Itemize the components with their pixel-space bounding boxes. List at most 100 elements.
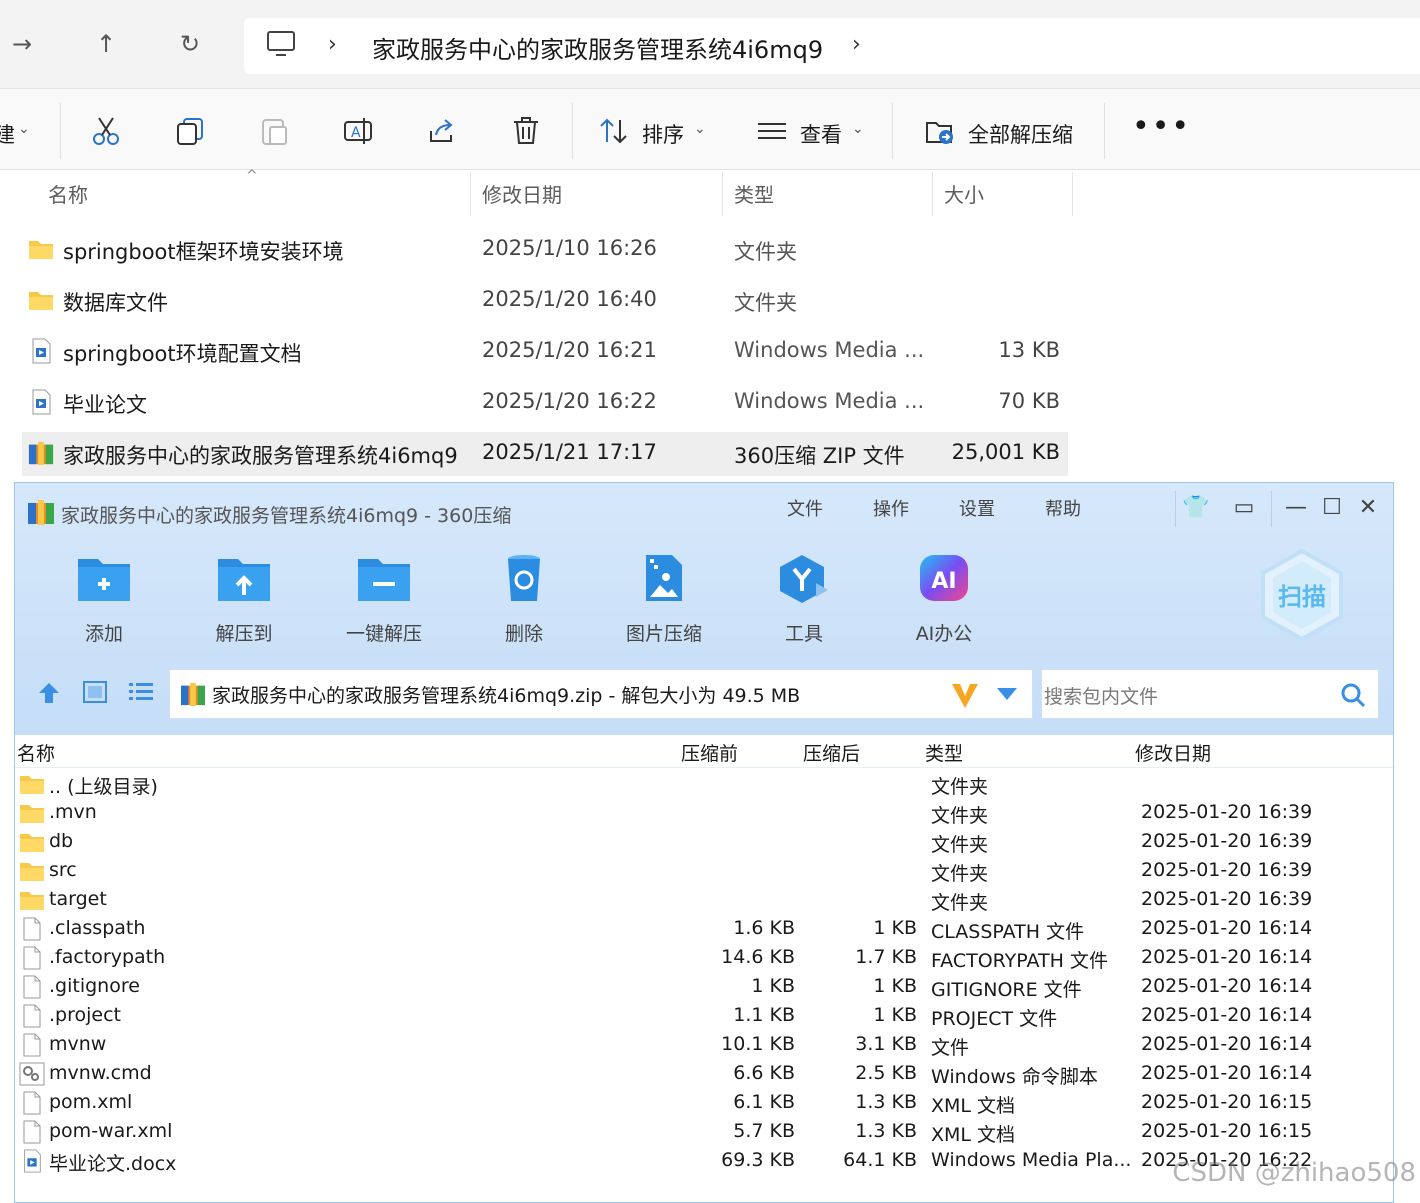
entry-size-after: 1.3 KB — [855, 1091, 917, 1113]
minimize-icon[interactable]: — — [1281, 493, 1311, 523]
entry-modified: 2025-01-20 16:39 — [1141, 830, 1313, 852]
extract-all-icon[interactable] — [924, 115, 956, 147]
archive-search-input[interactable]: 搜索包内文件 — [1041, 669, 1379, 719]
entry-type: XML 文档 — [931, 1124, 1016, 1146]
zip-entry-row[interactable]: .mvn 文件夹 2025-01-20 16:39 — [15, 799, 1393, 828]
entry-size-before: 1.1 KB — [733, 1004, 795, 1026]
sort-ascending-caret-icon: ^ — [246, 168, 258, 184]
zip-entry-row[interactable]: .gitignore 1 KB 1 KB GITIGNORE 文件 2025-01-20… — [15, 973, 1393, 1002]
entry-name: target — [49, 888, 107, 910]
zip-entry-row[interactable]: target 文件夹 2025-01-20 16:39 — [15, 886, 1393, 915]
media-file-icon — [28, 338, 54, 364]
entry-name: pom.xml — [49, 1091, 133, 1113]
zip-column-before[interactable]: 压缩前 — [681, 739, 738, 766]
refresh-icon[interactable]: ↻ — [172, 26, 208, 62]
menu-file[interactable]: 文件 — [787, 495, 823, 521]
tool-button-2[interactable]: 一键解压 — [329, 553, 439, 646]
delete-icon[interactable] — [510, 115, 542, 147]
zip-column-after[interactable]: 压缩后 — [803, 739, 860, 766]
entry-size-after: 1 KB — [873, 975, 917, 997]
view-button[interactable]: 查看 — [800, 119, 842, 149]
feedback-icon[interactable]: ▭ — [1229, 493, 1259, 523]
paste-icon[interactable] — [258, 115, 290, 147]
extract-all-button[interactable]: 全部解压缩 — [968, 119, 1073, 149]
tool-button-6[interactable]: AI AI办公 — [889, 553, 999, 646]
image-compress-icon — [636, 553, 692, 603]
zip-entry-row[interactable]: pom.xml 6.1 KB 1.3 KB XML 文档 2025-01-20 16:1… — [15, 1089, 1393, 1118]
list-view-icon[interactable] — [129, 681, 153, 703]
address-field[interactable]: › 家政服务中心的家政服务管理系统4i6mq9 › — [244, 18, 1420, 74]
zip-entry-row[interactable]: .classpath 1.6 KB 1 KB CLASSPATH 文件 2025-01-… — [15, 915, 1393, 944]
archive-path-field[interactable]: 家政服务中心的家政服务管理系统4i6mq9.zip - 解包大小为 49.5 M… — [169, 669, 1033, 719]
column-header-size[interactable]: 大小 — [944, 174, 984, 216]
search-icon[interactable] — [1340, 682, 1366, 708]
toolbar-divider — [1104, 103, 1105, 159]
column-divider[interactable] — [1072, 172, 1073, 216]
entry-size-after: 1.3 KB — [855, 1120, 917, 1142]
sort-button[interactable]: 排序 — [642, 119, 684, 149]
menu-settings[interactable]: 设置 — [959, 495, 995, 521]
search-placeholder: 搜索包内文件 — [1044, 686, 1159, 708]
zip-entry-row[interactable]: .. (上级目录) 文件夹 — [15, 770, 1393, 799]
menu-help[interactable]: 帮助 — [1045, 495, 1081, 521]
file-row[interactable]: springboot框架环境安装环境 2025/1/10 16:26 文件夹 — [22, 228, 1068, 272]
maximize-icon[interactable]: ☐ — [1317, 493, 1347, 523]
forward-arrow-icon[interactable]: → — [4, 26, 40, 62]
sort-icon[interactable] — [598, 115, 630, 147]
file-row[interactable]: 毕业论文 2025/1/20 16:22 Windows Media ... 70 K… — [22, 381, 1068, 425]
more-options-icon[interactable]: ••• — [1132, 109, 1191, 144]
zip-entry-row[interactable]: mvnw.cmd 6.6 KB 2.5 KB Windows 命令脚本 2025-01-… — [15, 1060, 1393, 1089]
entry-size-before: 69.3 KB — [721, 1149, 795, 1171]
column-divider[interactable] — [470, 172, 471, 216]
tool-button-0[interactable]: 添加 — [49, 553, 159, 646]
thumbnail-view-icon[interactable] — [83, 681, 107, 703]
column-divider[interactable] — [932, 172, 933, 216]
zip-entry-row[interactable]: pom-war.xml 5.7 KB 1.3 KB XML 文档 2025-01-20 … — [15, 1118, 1393, 1147]
blank-file-icon — [19, 917, 45, 941]
tool-button-5[interactable]: 工具 — [749, 553, 859, 646]
entry-name: pom-war.xml — [49, 1120, 173, 1142]
up-level-arrow-icon[interactable] — [37, 681, 61, 705]
file-row[interactable]: 数据库文件 2025/1/20 16:40 文件夹 — [22, 279, 1068, 323]
zip-entry-row[interactable]: mvnw 10.1 KB 3.1 KB 文件 2025-01-20 16:14 — [15, 1031, 1393, 1060]
chevron-down-icon[interactable]: ⌄ — [694, 121, 706, 137]
chevron-down-icon[interactable]: ⌄ — [852, 121, 864, 137]
rename-icon[interactable]: A — [342, 115, 374, 147]
new-button-label[interactable]: 建 — [0, 119, 15, 149]
file-row[interactable]: springboot环境配置文档 2025/1/20 16:21 Windows M… — [22, 330, 1068, 374]
zip-column-modified[interactable]: 修改日期 — [1135, 739, 1211, 766]
vip-v-icon[interactable] — [950, 680, 980, 710]
view-icon[interactable] — [756, 115, 788, 147]
file-row[interactable]: 家政服务中心的家政服务管理系统4i6mq9 2025/1/21 17:17 360压… — [22, 432, 1068, 476]
zip-column-name[interactable]: 名称 — [17, 739, 55, 766]
dropdown-arrow-icon[interactable] — [996, 686, 1018, 702]
entry-modified: 2025-01-20 16:15 — [1141, 1091, 1313, 1113]
scan-label[interactable]: 扫描 — [1278, 583, 1326, 611]
zip-entry-row[interactable]: src 文件夹 2025-01-20 16:39 — [15, 857, 1393, 886]
column-divider[interactable] — [722, 172, 723, 216]
scan-shield-icon[interactable]: 扫描 — [1261, 549, 1343, 641]
share-icon[interactable] — [426, 115, 458, 147]
tool-button-3[interactable]: 删除 — [469, 553, 579, 646]
tool-button-4[interactable]: 图片压缩 — [609, 553, 719, 646]
zip-entry-row[interactable]: .factorypath 14.6 KB 1.7 KB FACTORYPATH 文件 2… — [15, 944, 1393, 973]
zip-entry-row[interactable]: .project 1.1 KB 1 KB PROJECT 文件 2025-01-20 1… — [15, 1002, 1393, 1031]
cut-icon[interactable] — [90, 115, 122, 147]
up-arrow-icon[interactable]: ↑ — [88, 26, 124, 62]
column-header-modified[interactable]: 修改日期 — [482, 174, 562, 216]
tool-button-1[interactable]: 解压到 — [189, 553, 299, 646]
copy-icon[interactable] — [174, 115, 206, 147]
skin-shirt-icon[interactable]: 👕 — [1181, 493, 1211, 523]
zip-column-type[interactable]: 类型 — [925, 739, 963, 766]
chevron-right-icon[interactable]: › — [852, 32, 861, 57]
entry-modified: 2025-01-20 16:14 — [1141, 917, 1313, 939]
file-type: 文件夹 — [734, 291, 797, 315]
file-name: springboot环境配置文档 — [63, 342, 302, 366]
column-header-type[interactable]: 类型 — [734, 174, 774, 216]
zip-archive-icon — [28, 440, 54, 466]
column-header-name[interactable]: 名称 — [48, 174, 88, 216]
zip-entry-row[interactable]: db 文件夹 2025-01-20 16:39 — [15, 828, 1393, 857]
chevron-down-icon[interactable]: ⌄ — [18, 121, 30, 137]
close-icon[interactable]: ✕ — [1353, 493, 1383, 523]
menu-operation[interactable]: 操作 — [873, 495, 909, 521]
